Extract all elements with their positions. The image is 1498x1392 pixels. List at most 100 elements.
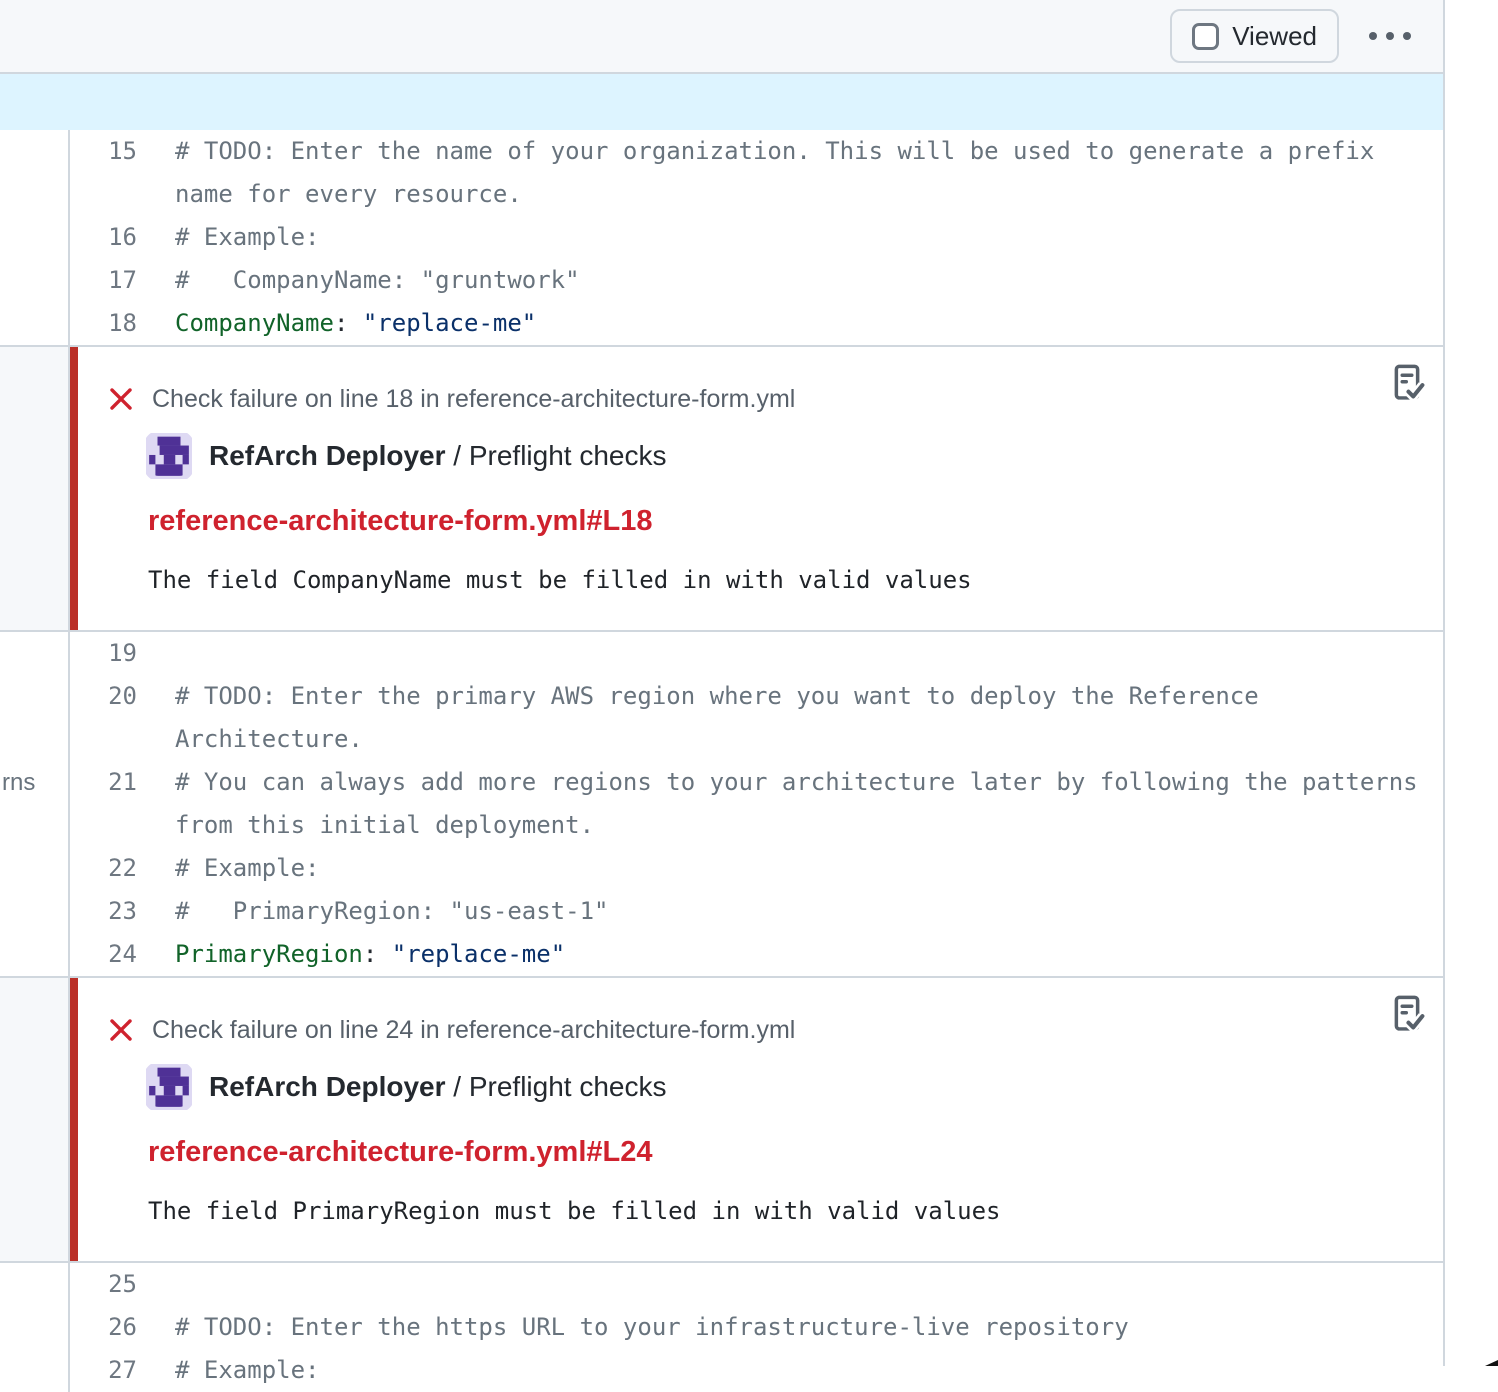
- app-name: RefArch Deployer: [209, 1071, 446, 1102]
- check-failure-x-icon: [108, 1017, 134, 1043]
- left-pane-code-fragment: rns: [2, 761, 35, 804]
- code-line: 17 # CompanyName: "gruntwork": [70, 259, 1443, 302]
- line-number[interactable]: 25: [70, 1263, 137, 1306]
- line-number[interactable]: 23: [70, 890, 137, 933]
- hunk-expand-bar[interactable]: [0, 74, 1443, 130]
- code-line: 24 PrimaryRegion: "replace-me": [70, 933, 1443, 976]
- code-token-comment: # TODO: Enter the primary AWS region whe…: [175, 682, 1259, 710]
- code-text: name for every resource.: [175, 173, 522, 216]
- viewed-button[interactable]: Viewed: [1170, 9, 1339, 63]
- annotation-file-link[interactable]: reference-architecture-form.yml#L18: [148, 505, 652, 538]
- line-number[interactable]: 16: [70, 216, 137, 259]
- code-text: # Example:: [175, 1349, 320, 1392]
- code-text: from this initial deployment.: [175, 804, 594, 847]
- code-text: # CompanyName: "gruntwork": [175, 259, 580, 302]
- gutter-left-pane: [0, 1263, 70, 1392]
- code-token-comment: # Example:: [175, 1356, 320, 1384]
- code-token-comment: # TODO: Enter the https URL to your infr…: [175, 1313, 1129, 1341]
- check-name: / Preflight checks: [446, 440, 667, 471]
- check-run-name: RefArch Deployer / Preflight checks: [209, 440, 667, 472]
- check-annotation: Check failure on line 24 in reference-ar…: [0, 976, 1443, 1263]
- annotation-file-link[interactable]: reference-architecture-form.yml#L24: [148, 1136, 652, 1169]
- code-text: # TODO: Enter the name of your organizat…: [175, 130, 1374, 173]
- code-text: # You can always add more regions to you…: [175, 761, 1418, 804]
- file-header: Viewed: [0, 0, 1443, 74]
- code-line: 20 # TODO: Enter the primary AWS region w…: [70, 675, 1443, 718]
- annotation-title: Check failure on line 18 in reference-ar…: [152, 385, 795, 414]
- check-annotation-card: Check failure on line 18 in reference-ar…: [70, 347, 1443, 630]
- line-number[interactable]: 18: [70, 302, 137, 345]
- code-block: 15 # TODO: Enter the name of your organiz…: [0, 130, 1443, 345]
- code-line: 16 # Example:: [70, 216, 1443, 259]
- code-text: # TODO: Enter the primary AWS region whe…: [175, 675, 1259, 718]
- line-number[interactable]: [70, 718, 137, 761]
- gutter-left-pane: [0, 130, 70, 345]
- viewed-checkbox[interactable]: [1192, 23, 1219, 50]
- code-line: 15 # TODO: Enter the name of your organiz…: [70, 130, 1443, 173]
- line-number[interactable]: 15: [70, 130, 137, 173]
- view-check-button[interactable]: [1385, 990, 1429, 1040]
- line-number[interactable]: 27: [70, 1349, 137, 1392]
- line-number[interactable]: [70, 173, 137, 216]
- code-text: # TODO: Enter the https URL to your infr…: [175, 1306, 1129, 1349]
- code-token-key: PrimaryRegion: [175, 940, 363, 968]
- code-line: 19: [70, 632, 1443, 675]
- code-line: 26 # TODO: Enter the https URL to your in…: [70, 1306, 1443, 1349]
- gutter-left-pane: rns: [0, 632, 70, 976]
- code-line: 27 # Example:: [70, 1349, 1443, 1392]
- code-token-comment: # You can always add more regions to you…: [175, 768, 1418, 796]
- code-token-comment: # CompanyName: "gruntwork": [175, 266, 580, 294]
- viewed-label: Viewed: [1232, 21, 1317, 52]
- code-line: name for every resource.: [70, 173, 1443, 216]
- code-text: CompanyName: "replace-me": [175, 302, 536, 345]
- app-name: RefArch Deployer: [209, 440, 446, 471]
- code-token-string: "replace-me": [392, 940, 565, 968]
- code-token-string: "replace-me": [363, 309, 536, 337]
- code-line: 22 # Example:: [70, 847, 1443, 890]
- cursor-artifact: [1485, 1360, 1498, 1366]
- code-token-comment: # Example:: [175, 223, 320, 251]
- code-token-key: CompanyName: [175, 309, 334, 337]
- code-line: from this initial deployment.: [70, 804, 1443, 847]
- line-number[interactable]: 19: [70, 632, 137, 675]
- check-name: / Preflight checks: [446, 1071, 667, 1102]
- line-number[interactable]: 17: [70, 259, 137, 302]
- code-block: 2526 # TODO: Enter the https URL to your …: [0, 1263, 1443, 1392]
- code-text: Architecture.: [175, 718, 363, 761]
- code-line: 21 # You can always add more regions to y…: [70, 761, 1443, 804]
- line-number[interactable]: 26: [70, 1306, 137, 1349]
- code-text: PrimaryRegion: "replace-me": [175, 933, 565, 976]
- code-text: # Example:: [175, 847, 320, 890]
- check-run-name: RefArch Deployer / Preflight checks: [209, 1071, 667, 1103]
- kebab-menu-button[interactable]: [1363, 22, 1417, 50]
- line-number[interactable]: 20: [70, 675, 137, 718]
- line-number[interactable]: 21: [70, 761, 137, 804]
- code-block: rns 1920 # TODO: Enter the primary AWS reg…: [0, 632, 1443, 976]
- checklist-icon: [1385, 359, 1429, 409]
- code-token-comment: # Example:: [175, 854, 320, 882]
- refarch-deployer-logo: [146, 433, 192, 479]
- code-lines: 1920 # TODO: Enter the primary AWS region…: [70, 632, 1443, 976]
- code-lines: 2526 # TODO: Enter the https URL to your …: [70, 1263, 1443, 1392]
- code-line: Architecture.: [70, 718, 1443, 761]
- line-number[interactable]: 24: [70, 933, 137, 976]
- code-token-plain: :: [334, 309, 363, 337]
- code-token-comment: # PrimaryRegion: "us-east-1": [175, 897, 608, 925]
- view-check-button[interactable]: [1385, 359, 1429, 409]
- line-number[interactable]: 22: [70, 847, 137, 890]
- code-line: 23 # PrimaryRegion: "us-east-1": [70, 890, 1443, 933]
- diff-file-panel: Viewed 15 # TODO: Enter the name of your …: [0, 0, 1445, 1366]
- line-number[interactable]: [70, 804, 137, 847]
- check-failure-x-icon: [108, 386, 134, 412]
- code-text: # PrimaryRegion: "us-east-1": [175, 890, 608, 933]
- code-token-comment: from this initial deployment.: [175, 811, 594, 839]
- code-token-comment: Architecture.: [175, 725, 363, 753]
- code-lines: 15 # TODO: Enter the name of your organiz…: [70, 130, 1443, 345]
- code-token-plain: :: [363, 940, 392, 968]
- gutter-empty-cell: [0, 347, 70, 630]
- code-token-comment: # TODO: Enter the name of your organizat…: [175, 137, 1374, 165]
- annotation-message: The field PrimaryRegion must be filled i…: [148, 1197, 1403, 1225]
- gutter-empty-cell: [0, 978, 70, 1261]
- checklist-icon: [1385, 990, 1429, 1040]
- annotation-title: Check failure on line 24 in reference-ar…: [152, 1016, 795, 1045]
